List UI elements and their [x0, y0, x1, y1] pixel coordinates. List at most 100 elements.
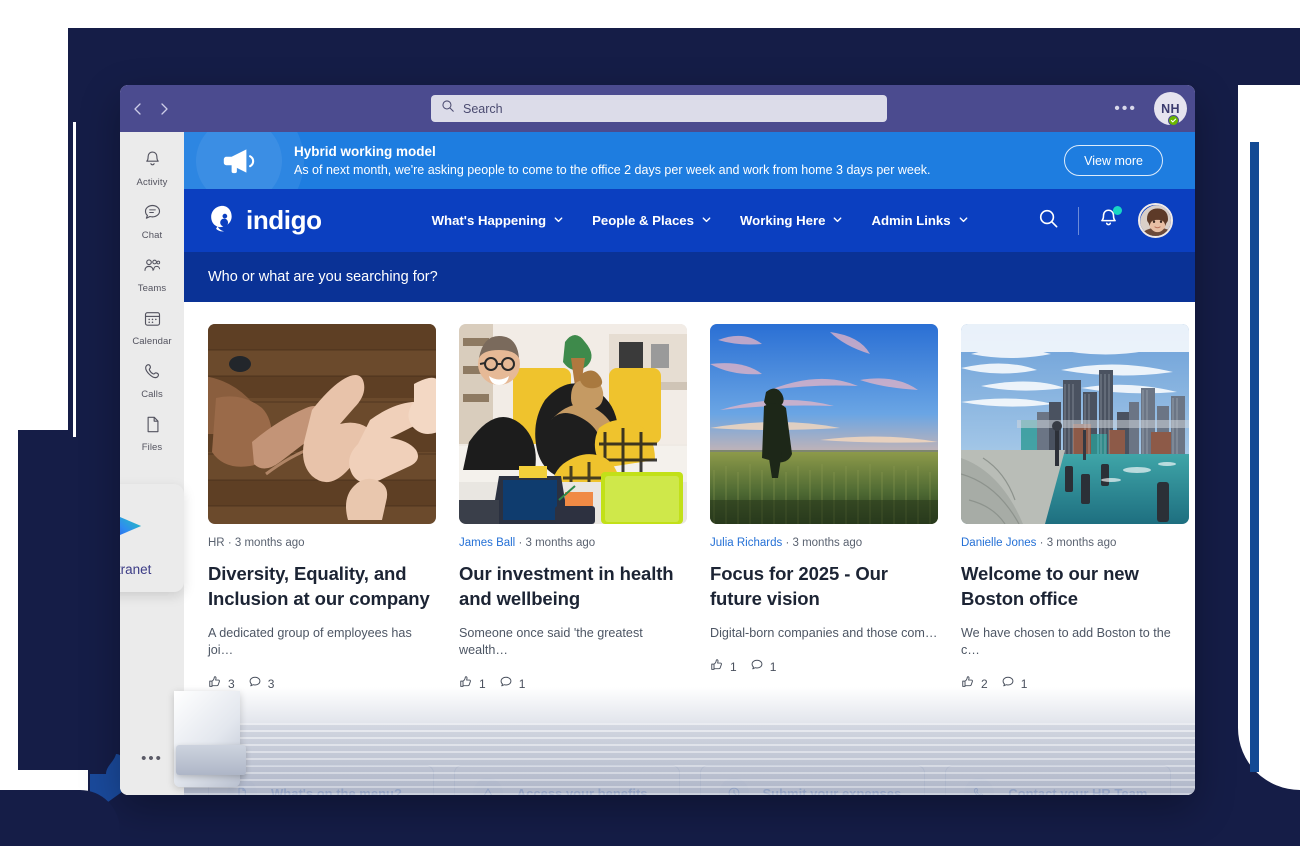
file-icon	[142, 414, 163, 440]
comment-stat[interactable]: 1	[499, 675, 525, 692]
thumbs-up-icon	[459, 675, 473, 692]
news-card-title[interactable]: Diversity, Equality, and Inclusion at ou…	[208, 561, 436, 611]
comment-count: 3	[267, 676, 275, 691]
nav-item-label: What's Happening	[431, 213, 547, 228]
calendar-icon	[142, 308, 163, 334]
quick-link-hr-team[interactable]: Contact your HR Team	[945, 765, 1171, 795]
like-stat[interactable]: 1	[459, 675, 486, 692]
comment-count: 1	[1020, 676, 1028, 691]
bottom-left-navy-mask	[0, 790, 120, 846]
indigo-swirl-logo-icon	[208, 204, 237, 238]
news-card-title[interactable]: Our investment in health and wellbeing	[459, 561, 687, 611]
triangle-icon	[472, 778, 503, 795]
like-count: 3	[228, 676, 235, 691]
meta-separator: ·	[518, 537, 523, 549]
chevron-right-icon[interactable]	[156, 101, 172, 117]
news-card-author[interactable]: Julia Richards	[710, 537, 782, 549]
quick-link-label: Submit your expenses	[762, 785, 902, 796]
news-card[interactable]: James Ball · 3 months ago Our investment…	[459, 324, 687, 692]
top-white-notch	[0, 0, 1027, 28]
sidebar-item-label: My intranet	[120, 562, 152, 577]
announcement-banner: Hybrid working model As of next month, w…	[184, 132, 1195, 189]
banner-text: Hybrid working model As of next month, w…	[294, 143, 931, 179]
banner-title: Hybrid working model	[294, 143, 436, 159]
like-stat[interactable]: 3	[208, 675, 235, 692]
news-card-author[interactable]: Danielle Jones	[961, 537, 1036, 549]
search-icon[interactable]	[1037, 207, 1060, 235]
like-count: 1	[479, 676, 486, 691]
news-card-image-boston	[961, 324, 1189, 524]
quick-link-expenses[interactable]: Submit your expenses	[699, 765, 926, 796]
news-card-time: 3 months ago	[234, 537, 305, 549]
news-card[interactable]: HR · 3 months ago Diversity, Equality, a…	[208, 324, 436, 692]
banner-description: As of next month, we're asking people to…	[294, 162, 931, 177]
right-blue-accent-line	[1250, 142, 1259, 772]
sidebar-item-chat[interactable]: Chat	[120, 195, 184, 248]
teams-icon	[142, 255, 163, 281]
teams-titlebar: Search ••• NH	[120, 85, 1195, 132]
comment-icon	[248, 675, 262, 692]
user-avatar[interactable]	[1138, 203, 1173, 238]
comment-stat[interactable]: 3	[248, 675, 275, 692]
thumbs-up-icon	[710, 658, 724, 675]
titlebar-more-icon[interactable]: •••	[1114, 101, 1137, 117]
news-card-image-office	[459, 324, 687, 524]
like-stat[interactable]: 1	[710, 658, 737, 675]
intranet-play-logo-icon	[120, 499, 149, 558]
meta-separator: ·	[227, 537, 232, 549]
news-card-title[interactable]: Welcome to our new Boston office	[961, 561, 1189, 611]
chevron-left-icon[interactable]	[130, 101, 146, 117]
notification-badge	[1113, 205, 1122, 215]
sidebar-item-calendar[interactable]: Calendar	[120, 301, 184, 354]
sidebar-more-apps-icon[interactable]: •••	[141, 750, 163, 767]
intranet-brand-nav: indigo What's Happening People & Places	[184, 189, 1195, 252]
notifications-bell-icon[interactable]	[1097, 205, 1122, 235]
news-card-author[interactable]: HR	[208, 537, 225, 549]
comment-icon	[1001, 675, 1015, 692]
search-prompt-text: Who or what are you searching for?	[208, 269, 438, 285]
news-card[interactable]: Julia Richards · 3 months ago Focus for …	[710, 324, 938, 692]
quick-link-benefits[interactable]: Access your benefits	[453, 765, 680, 795]
brand-logo[interactable]: indigo	[208, 204, 322, 238]
news-card-excerpt: A dedicated group of employees has joi…	[208, 626, 412, 657]
like-stat[interactable]: 2	[961, 675, 988, 692]
nav-item-label: People & Places	[592, 213, 694, 228]
primary-nav: What's Happening People & Places Working…	[432, 213, 969, 228]
clock-icon	[718, 778, 749, 795]
news-card-time: 3 months ago	[1046, 537, 1117, 549]
nav-item-whats-happening[interactable]: What's Happening	[432, 213, 565, 228]
news-card[interactable]: Danielle Jones · 3 months ago Welcome to…	[961, 324, 1189, 692]
window-nav-arrows	[120, 101, 182, 117]
news-card-image-hands	[208, 324, 436, 524]
sidebar-item-files[interactable]: Files	[120, 407, 184, 460]
nav-item-admin-links[interactable]: Admin Links	[871, 213, 968, 228]
sidebar-item-my-intranet[interactable]: My intranet	[120, 484, 184, 592]
search-icon	[441, 99, 455, 118]
comment-stat[interactable]: 1	[1001, 675, 1028, 692]
sidebar-item-label: Teams	[137, 283, 167, 294]
view-more-button[interactable]: View more	[1064, 145, 1163, 176]
news-card-title[interactable]: Focus for 2025 - Our future vision	[710, 561, 938, 611]
white-vertical-accent-line	[73, 122, 76, 437]
teams-search-input[interactable]: Search	[431, 95, 887, 122]
search-prompt-band[interactable]: Who or what are you searching for?	[184, 252, 1195, 302]
nav-item-working-here[interactable]: Working Here	[740, 213, 844, 228]
comment-stat[interactable]: 1	[750, 658, 776, 675]
news-card-stats: 3 3	[208, 675, 436, 692]
teams-account-avatar[interactable]: NH	[1154, 92, 1187, 126]
sidebar-item-label: Files	[141, 442, 163, 453]
teams-app-window: Search ••• NH Activity Chat Teams Calend…	[120, 85, 1195, 795]
nav-item-label: Working Here	[739, 213, 826, 228]
quick-link-label: Contact your HR Team	[1008, 785, 1148, 796]
comment-icon	[499, 675, 513, 692]
sidebar-item-label: Calls	[141, 389, 163, 400]
sidebar-item-teams[interactable]: Teams	[120, 248, 184, 301]
brand-logo-text: indigo	[246, 205, 322, 235]
sidebar-item-calls[interactable]: Calls	[120, 354, 184, 407]
comment-icon	[750, 658, 764, 675]
sidebar-item-activity[interactable]: Activity	[120, 142, 184, 195]
news-card-stats: 1 1	[710, 658, 938, 675]
news-card-author[interactable]: James Ball	[459, 537, 515, 549]
nav-item-people-places[interactable]: People & Places	[592, 213, 712, 228]
news-card-excerpt: Digital-born companies and those com…	[710, 626, 938, 640]
